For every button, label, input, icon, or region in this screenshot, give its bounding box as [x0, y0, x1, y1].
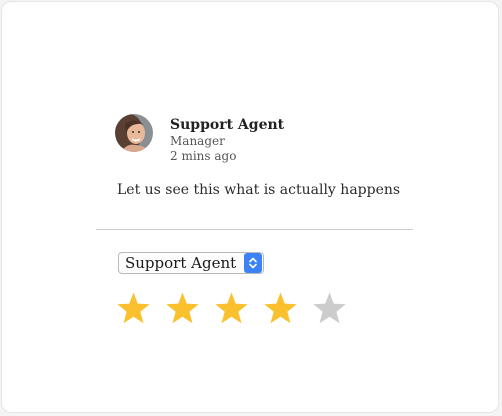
- comment-card: Support Agent Manager 2 mins ago Let us …: [1, 1, 499, 413]
- star-rating: [116, 291, 361, 326]
- comment-meta: Support Agent Manager 2 mins ago: [170, 117, 284, 164]
- star-icon-1[interactable]: [116, 291, 151, 326]
- comment-header: Support Agent Manager 2 mins ago: [115, 114, 284, 164]
- author-role: Manager: [170, 134, 225, 148]
- comment-timestamp: 2 mins ago: [170, 149, 237, 163]
- star-icon-4[interactable]: [263, 291, 298, 326]
- author-name: Support Agent: [170, 117, 285, 133]
- assignee-select[interactable]: Support Agent: [118, 252, 264, 274]
- star-icon-5[interactable]: [312, 291, 347, 326]
- comment-body: Let us see this what is actually happens: [117, 182, 401, 198]
- divider: [96, 229, 413, 230]
- assignee-select-value: Support Agent: [125, 254, 237, 272]
- star-icon-3[interactable]: [214, 291, 249, 326]
- updown-chevron-icon: [244, 253, 262, 273]
- avatar: [115, 114, 153, 152]
- star-icon-2[interactable]: [165, 291, 200, 326]
